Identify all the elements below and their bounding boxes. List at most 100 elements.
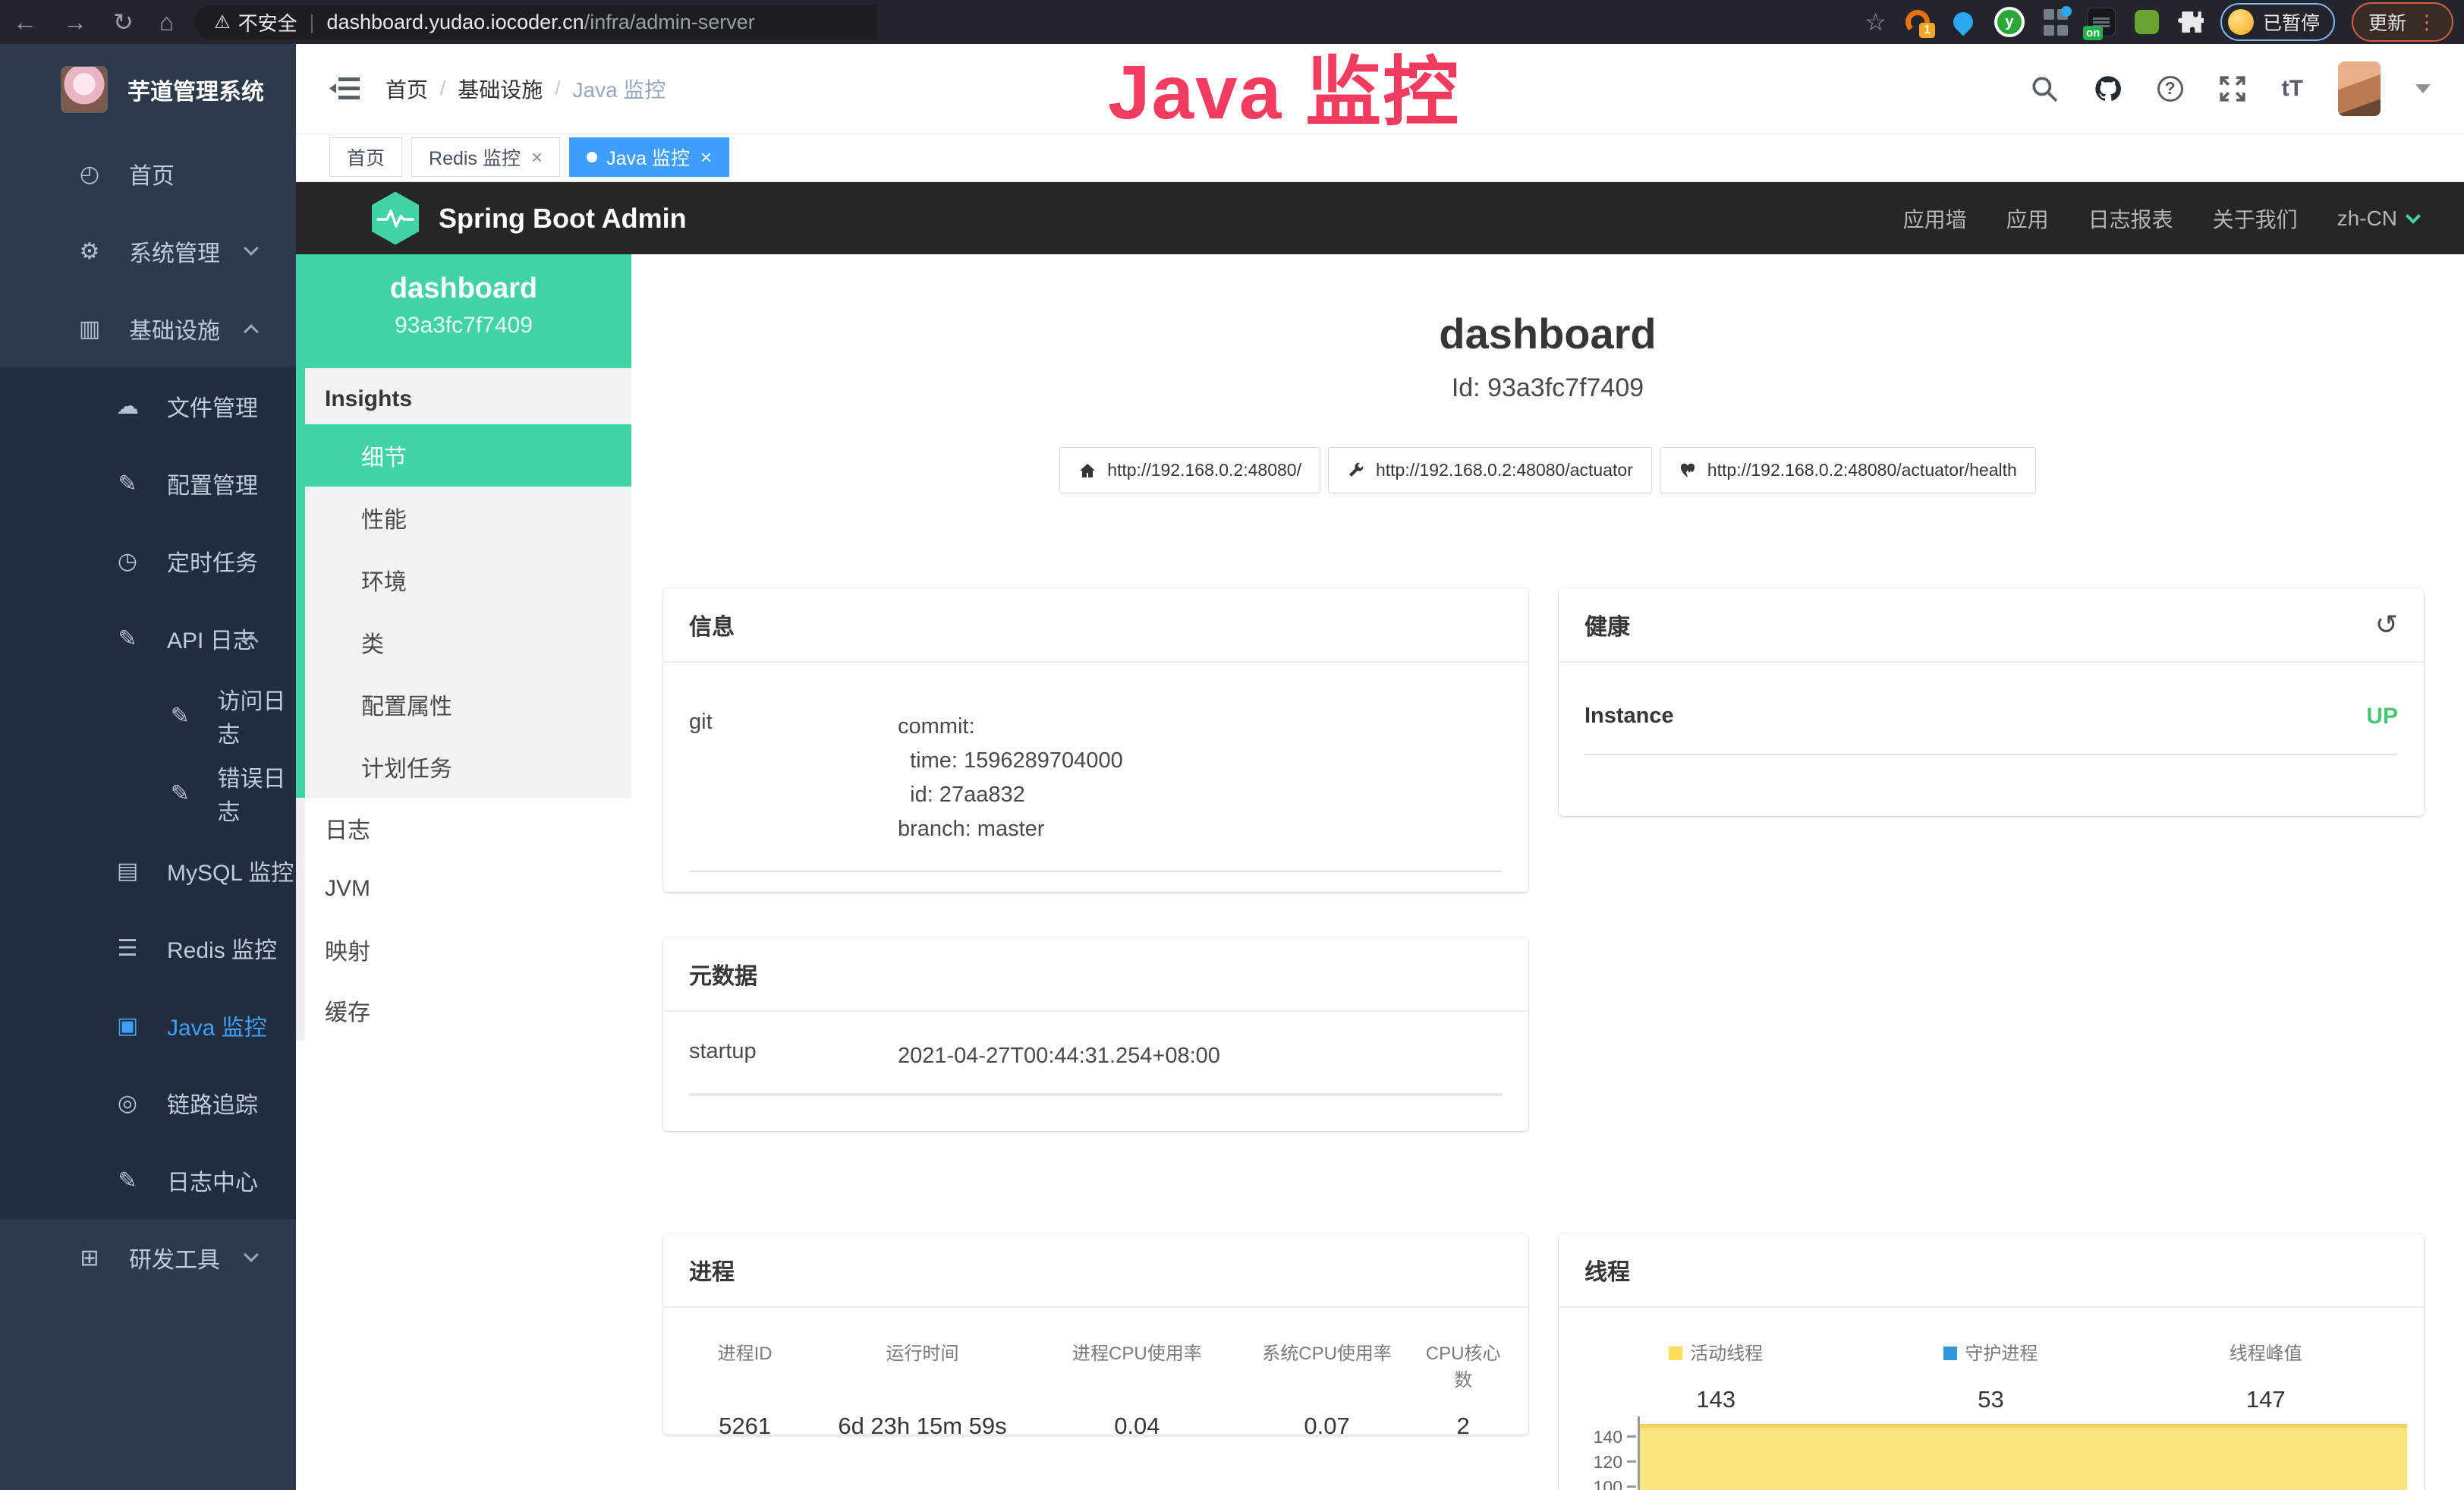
address-bar[interactable]: ⚠ 不安全 | dashboard.yudao.iocoder.cn /infr… <box>194 5 877 39</box>
status-badge: UP <box>2366 704 2398 729</box>
sba-menu-metrics[interactable]: 性能 <box>305 487 631 549</box>
close-icon[interactable]: × <box>700 146 712 169</box>
close-icon[interactable]: × <box>531 146 543 169</box>
gear-icon: ⚙ <box>74 238 105 265</box>
fullscreen-icon[interactable] <box>2218 74 2247 103</box>
daemon-threads-label: 守护进程 <box>1853 1338 2128 1365</box>
process-card: 进程 进程ID 运行时间 进程CPU使用率 系统CPU使用率 CPU核心数 <box>663 1233 1528 1435</box>
grid-extension-icon[interactable] <box>2041 8 2070 36</box>
sba-locale-select[interactable]: zh-CN <box>2337 206 2418 231</box>
app-logo[interactable]: 芋道管理系统 <box>0 44 296 135</box>
sidebar-item-java-monitor[interactable]: ▣ Java 监控 <box>0 987 296 1064</box>
sba-nav-applications[interactable]: 应用 <box>2006 203 2049 234</box>
sidebar-item-api-logs[interactable]: ✎ API 日志 <box>0 600 296 677</box>
help-icon[interactable]: ? <box>2157 76 2183 102</box>
search-icon[interactable] <box>2030 74 2059 103</box>
sba-nav-journal[interactable]: 日志报表 <box>2088 203 2173 234</box>
breadcrumb-separator: / <box>555 77 560 100</box>
y-extension-icon[interactable]: y <box>1994 7 2025 37</box>
sidebar-item-file-management[interactable]: ☁ 文件管理 <box>0 367 296 445</box>
monitor-icon: ▣ <box>112 1013 143 1039</box>
sba-insights-group: Insights 细节 性能 环境 类 配置属性 计划任务 <box>296 368 631 798</box>
sba-menu-environment[interactable]: 环境 <box>305 549 631 611</box>
chevron-down-icon <box>244 1247 259 1262</box>
url-host: dashboard.yudao.iocoder.cn <box>326 11 584 34</box>
sidebar-item-system-management[interactable]: ⚙ 系统管理 <box>0 213 296 290</box>
sba-menu-scheduled-tasks[interactable]: 计划任务 <box>305 736 631 798</box>
profile-paused-badge[interactable]: 已暂停 <box>2220 3 2335 41</box>
process-col-system-cpu: 系统CPU使用率 <box>1236 1338 1418 1391</box>
browser-home-icon[interactable]: ⌂ <box>159 8 174 36</box>
sba-nav-wallboard[interactable]: 应用墙 <box>1903 203 1967 234</box>
sba-menu-classes[interactable]: 类 <box>305 611 631 673</box>
browser-back-icon[interactable]: ← <box>13 8 37 36</box>
user-menu-caret-icon[interactable] <box>2415 84 2431 93</box>
browser-menu-icon[interactable]: ⋮ <box>2417 11 2437 34</box>
tab-java-monitor[interactable]: Java 监控 × <box>569 137 729 177</box>
sba-group-label: Insights <box>305 368 631 424</box>
pin-extension-icon[interactable] <box>1949 8 1978 36</box>
sba-content: dashboard Id: 93a3fc7f7409 http://192.16… <box>631 254 2464 1490</box>
eye-icon: ◎ <box>112 1090 143 1117</box>
actuator-url-button[interactable]: http://192.168.0.2:48080/actuator <box>1328 447 1652 493</box>
sba-instance-name: dashboard <box>296 272 631 305</box>
health-url-button[interactable]: http://192.168.0.2:48080/actuator/health <box>1660 447 2036 493</box>
instance-url-button[interactable]: http://192.168.0.2:48080/ <box>1059 447 1320 493</box>
warning-icon: ⚠ <box>214 11 231 33</box>
breadcrumb-current: Java 监控 <box>573 74 666 104</box>
not-secure-label[interactable]: ⚠ 不安全 <box>214 8 297 36</box>
sidebar-item-log-center[interactable]: ✎ 日志中心 <box>0 1142 296 1219</box>
tab-home[interactable]: 首页 <box>329 137 402 177</box>
log-edit-icon: ✎ <box>167 780 194 807</box>
sba-logo-icon[interactable] <box>372 192 419 245</box>
sidebar-item-home[interactable]: ◴ 首页 <box>0 135 296 213</box>
sidebar-item-access-logs[interactable]: ✎ 访问日志 <box>0 677 296 754</box>
active-tab-dot <box>587 152 597 162</box>
info-card-title: 信息 <box>663 588 1528 663</box>
sba-menu-jvm[interactable]: JVM <box>305 858 631 919</box>
sba-menu-details[interactable]: 细节 <box>296 424 631 487</box>
sba-menu-caches[interactable]: 缓存 <box>305 980 631 1041</box>
breadcrumb-infrastructure[interactable]: 基础设施 <box>458 74 543 104</box>
leaf-extension-icon[interactable] <box>2132 8 2161 36</box>
tab-redis-monitor[interactable]: Redis 监控 × <box>411 137 560 177</box>
history-icon[interactable]: ↺ <box>2375 609 2398 641</box>
browser-update-button[interactable]: 更新 ⋮ <box>2352 2 2453 42</box>
switch-extension-icon[interactable]: on <box>2087 8 2116 36</box>
sba-sidebar: dashboard 93a3fc7f7409 Insights 细节 性能 环境… <box>296 254 631 1490</box>
breadcrumb-home[interactable]: 首页 <box>385 74 428 104</box>
sba-nav-about[interactable]: 关于我们 <box>2213 203 2298 234</box>
health-instance-row: Instance UP <box>1584 670 2398 755</box>
threads-area-chart: 140 120 100 <box>1578 1412 2410 1490</box>
user-avatar[interactable] <box>2338 61 2381 116</box>
instance-id-line: Id: 93a3fc7f7409 <box>631 373 2464 403</box>
sidebar-item-mysql-monitor[interactable]: ▤ MySQL 监控 <box>0 832 296 909</box>
sidebar-item-infrastructure[interactable]: ▥ 基础设施 <box>0 290 296 367</box>
colorzilla-extension-icon[interactable]: 1 <box>1903 8 1932 36</box>
cpu-count-value: 2 <box>1418 1413 1509 1440</box>
browser-forward-icon[interactable]: → <box>63 8 87 36</box>
sidebar-item-redis-monitor[interactable]: ☰ Redis 监控 <box>0 909 296 987</box>
sba-menu-config-props[interactable]: 配置属性 <box>305 673 631 736</box>
sidebar-collapse-icon[interactable] <box>329 76 360 102</box>
sidebar-item-scheduled-tasks[interactable]: ◷ 定时任务 <box>0 522 296 600</box>
url-separator: | <box>310 11 315 34</box>
extensions-puzzle-icon[interactable] <box>2178 9 2204 35</box>
sba-menu-mappings[interactable]: 映射 <box>305 919 631 980</box>
instance-title: dashboard <box>631 309 2464 358</box>
browser-reload-icon[interactable]: ↻ <box>113 8 134 36</box>
sba-instance-header[interactable]: dashboard 93a3fc7f7409 <box>296 254 631 368</box>
font-size-icon[interactable]: tT <box>2282 76 2303 102</box>
github-icon[interactable] <box>2094 74 2123 103</box>
sba-brand[interactable]: Spring Boot Admin <box>439 203 687 235</box>
sidebar-item-config-management[interactable]: ✎ 配置管理 <box>0 445 296 522</box>
bookmark-star-icon[interactable]: ☆ <box>1865 8 1887 36</box>
sidebar-item-trace[interactable]: ◎ 链路追踪 <box>0 1064 296 1142</box>
sba-menu-loggers[interactable]: 日志 <box>305 798 631 858</box>
profile-avatar-icon <box>2228 9 2254 35</box>
sba-bottom-menu: 日志 JVM 映射 缓存 <box>296 798 631 1041</box>
sidebar-item-dev-tools[interactable]: ⊞ 研发工具 <box>0 1219 296 1296</box>
sba-instance-id: 93a3fc7f7409 <box>296 313 631 339</box>
y-axis-tick-140: 140 <box>1578 1427 1622 1447</box>
sidebar-item-error-logs[interactable]: ✎ 错误日志 <box>0 754 296 832</box>
